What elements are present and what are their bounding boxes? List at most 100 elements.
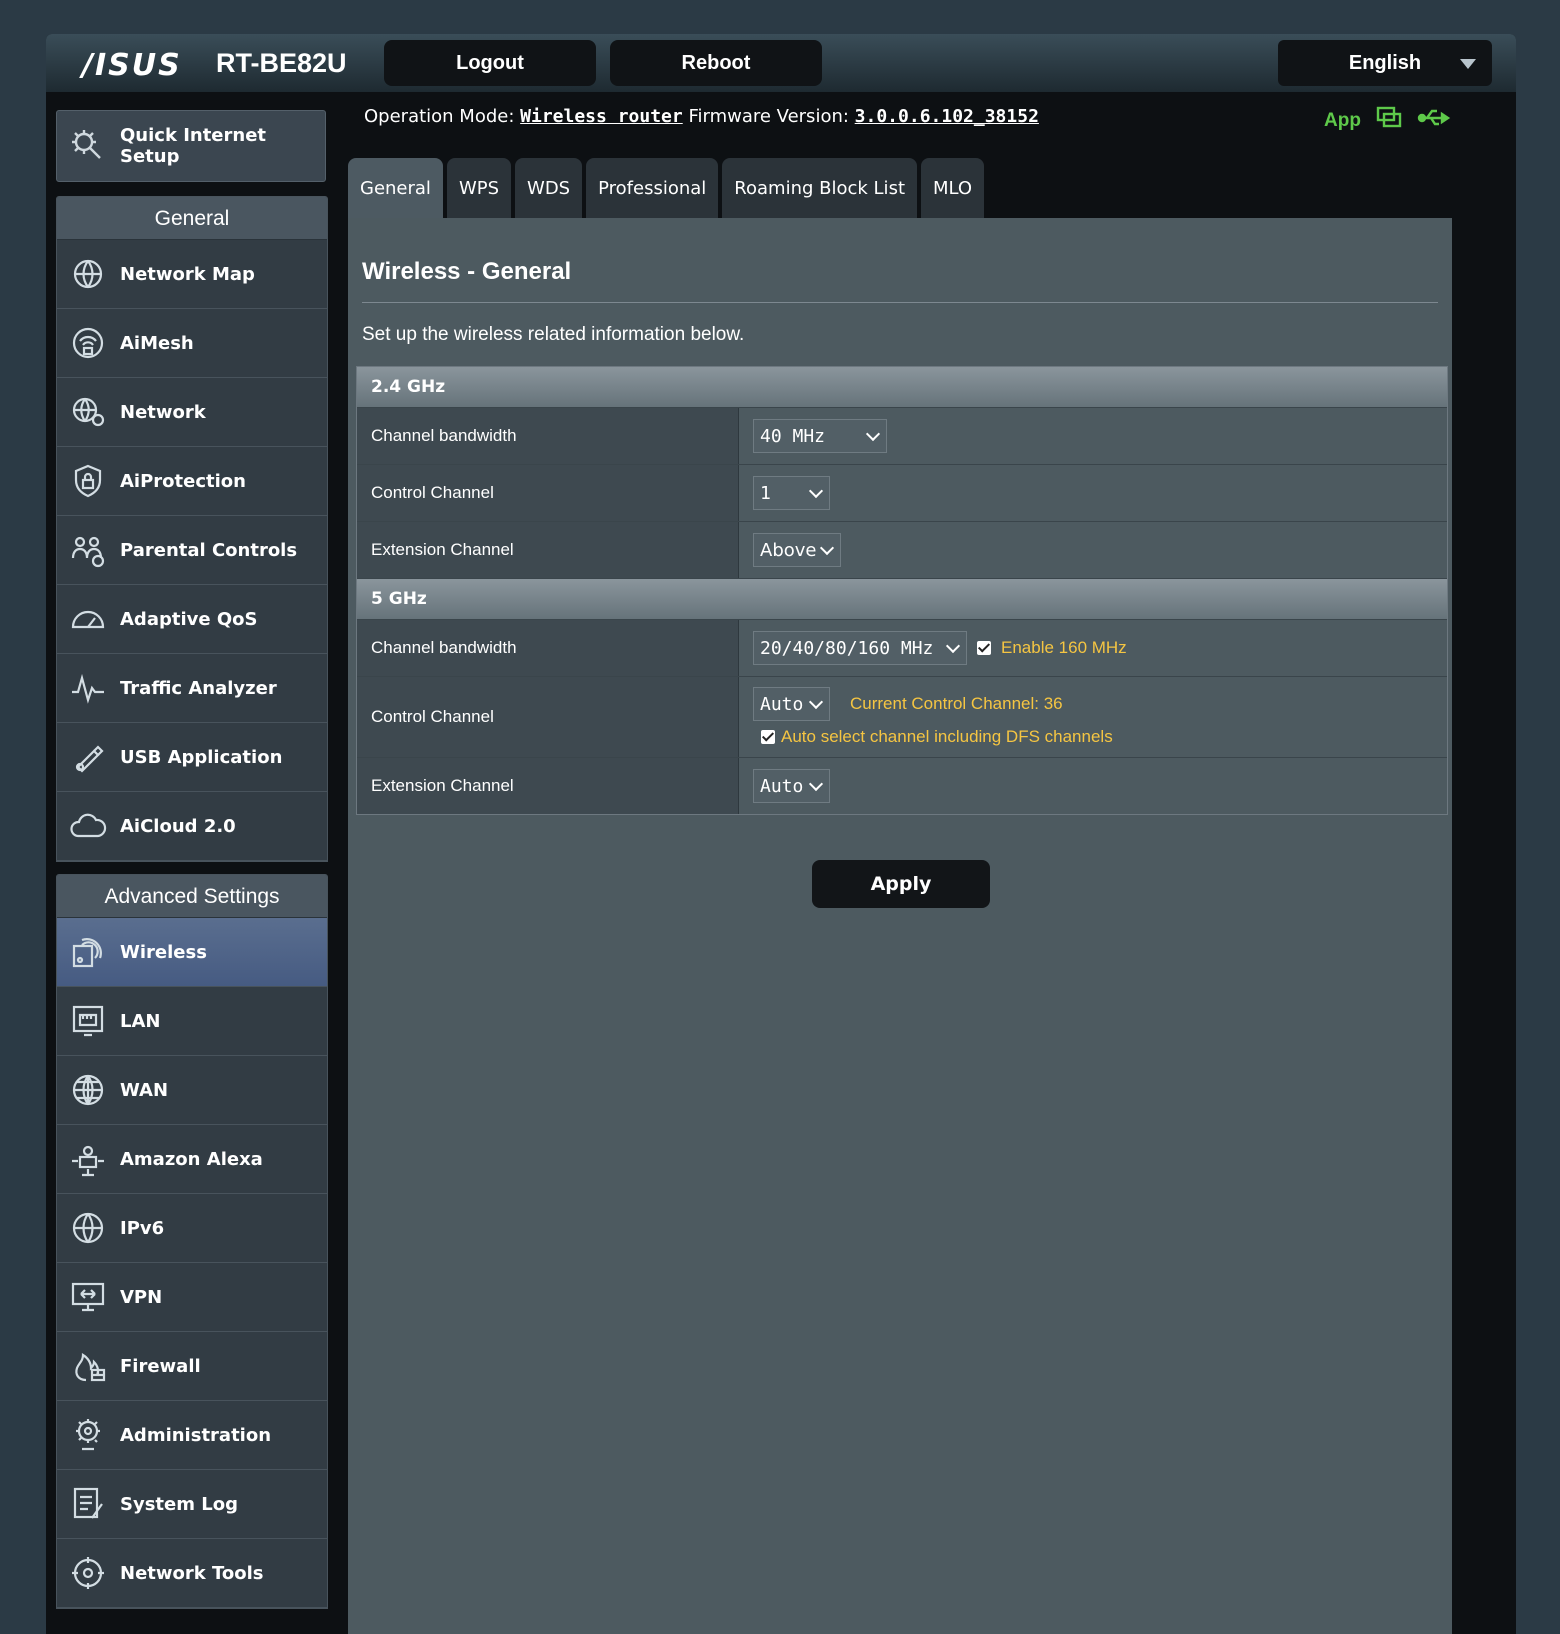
status-icons: App bbox=[1324, 104, 1453, 137]
sidebar-item-wan[interactable]: WAN bbox=[57, 1056, 327, 1125]
sidebar-item-label: AiMesh bbox=[120, 332, 194, 354]
page-description: Set up the wireless related information … bbox=[362, 324, 745, 345]
firmware-label: Firmware Version: bbox=[688, 106, 849, 127]
select-24-control-channel-value: 1 bbox=[760, 482, 771, 504]
network-map-icon bbox=[66, 252, 110, 296]
sidebar-item-label: Parental Controls bbox=[120, 539, 298, 561]
dfs-checkbox[interactable] bbox=[761, 730, 775, 744]
app-link[interactable]: App bbox=[1324, 110, 1361, 132]
sidebar-item-vpn[interactable]: VPN bbox=[57, 1263, 327, 1332]
tab-professional[interactable]: Professional bbox=[586, 158, 719, 218]
sidebar-item-aimesh[interactable]: AiMesh bbox=[57, 309, 327, 378]
tab-roaming-block-list[interactable]: Roaming Block List bbox=[722, 158, 917, 218]
tab-general[interactable]: General bbox=[348, 158, 443, 218]
select-24-extension-channel-value: Above bbox=[760, 539, 817, 561]
firewall-icon bbox=[66, 1344, 110, 1388]
opmode-link[interactable]: Wireless router bbox=[520, 106, 683, 127]
dfs-label: Auto select channel including DFS channe… bbox=[781, 727, 1113, 746]
general-menu-title: General bbox=[57, 197, 327, 240]
sidebar-item-network-tools[interactable]: Network Tools bbox=[57, 1539, 327, 1608]
current-control-channel: Current Control Channel: 36 bbox=[850, 694, 1063, 713]
advanced-menu-title: Advanced Settings bbox=[57, 875, 327, 918]
sidebar-item-parental-controls[interactable]: Parental Controls bbox=[57, 516, 327, 585]
quick-internet-setup-button[interactable]: Quick Internet Setup bbox=[56, 110, 326, 182]
sidebar-item-label: LAN bbox=[120, 1010, 161, 1032]
apply-button[interactable]: Apply bbox=[812, 860, 990, 908]
select-5-extension-channel[interactable]: Auto bbox=[753, 769, 830, 803]
sidebar-item-traffic-analyzer[interactable]: Traffic Analyzer bbox=[57, 654, 327, 723]
system-log-icon bbox=[66, 1482, 110, 1526]
select-24-bandwidth[interactable]: 40 MHz bbox=[753, 419, 887, 453]
title-divider bbox=[362, 302, 1438, 303]
sidebar-item-label: AiCloud 2.0 bbox=[120, 815, 236, 837]
sidebar-item-network-map[interactable]: Network Map bbox=[57, 240, 327, 309]
sidebar-item-label: WAN bbox=[120, 1079, 169, 1101]
enable-160-checkbox[interactable] bbox=[977, 641, 991, 655]
label-5-extension-channel: Extension Channel bbox=[357, 758, 739, 814]
administration-icon bbox=[66, 1413, 110, 1457]
asus-logo: /ISUS bbox=[82, 48, 182, 83]
sidebar-item-label: Wireless bbox=[120, 941, 207, 963]
select-5-bandwidth-value: 20/40/80/160 MHz bbox=[760, 637, 934, 659]
aiprotection-icon bbox=[66, 459, 110, 503]
usb-application-icon bbox=[66, 735, 110, 779]
qis-label-line2: Setup bbox=[120, 146, 180, 167]
sidebar-item-label: Adaptive QoS bbox=[120, 608, 258, 630]
sidebar-item-adaptive-qos[interactable]: Adaptive QoS bbox=[57, 585, 327, 654]
vpn-icon bbox=[66, 1275, 110, 1319]
sidebar-item-ipv6[interactable]: IPv6 bbox=[57, 1194, 327, 1263]
sidebar-item-label: USB Application bbox=[120, 746, 283, 768]
sidebar-item-administration[interactable]: Administration bbox=[57, 1401, 327, 1470]
sidebar-item-label: Amazon Alexa bbox=[120, 1148, 263, 1170]
usb-status-icon[interactable] bbox=[1417, 104, 1453, 137]
aicloud-icon bbox=[66, 804, 110, 848]
sidebar-item-aicloud[interactable]: AiCloud 2.0 bbox=[57, 792, 327, 861]
status-line: Operation Mode: Wireless router Firmware… bbox=[364, 106, 1039, 127]
sidebar-item-lan[interactable]: LAN bbox=[57, 987, 327, 1056]
sidebar-item-label: Network bbox=[120, 401, 206, 423]
network-icon bbox=[66, 390, 110, 434]
tab-wps[interactable]: WPS bbox=[446, 158, 512, 218]
settings-table: 2.4 GHz Channel bandwidth 40 MHz Control… bbox=[356, 366, 1448, 815]
sidebar-item-alexa[interactable]: Amazon Alexa bbox=[57, 1125, 327, 1194]
aimesh-icon bbox=[66, 321, 110, 365]
select-24-extension-channel[interactable]: Above bbox=[753, 533, 841, 567]
sidebar-item-network[interactable]: Network bbox=[57, 378, 327, 447]
tab-bar: General WPS WDS Professional Roaming Block L… bbox=[348, 158, 985, 218]
sidebar-item-firewall[interactable]: Firewall bbox=[57, 1332, 327, 1401]
row-24-control-channel: Control Channel 1 bbox=[357, 465, 1447, 522]
sidebar-item-system-log[interactable]: System Log bbox=[57, 1470, 327, 1539]
sidebar-item-usb-application[interactable]: USB Application bbox=[57, 723, 327, 792]
sidebar-item-wireless[interactable]: Wireless bbox=[57, 918, 327, 987]
sidebar-item-aiprotection[interactable]: AiProtection bbox=[57, 447, 327, 516]
label-5-bandwidth: Channel bandwidth bbox=[357, 620, 739, 676]
chevron-down-icon bbox=[808, 483, 824, 499]
sidebar-item-label: System Log bbox=[120, 1493, 238, 1515]
adaptive-qos-icon bbox=[66, 597, 110, 641]
tab-mlo[interactable]: MLO bbox=[921, 158, 985, 218]
logout-button[interactable]: Logout bbox=[384, 40, 596, 86]
select-5-control-channel[interactable]: Auto bbox=[753, 687, 830, 721]
reboot-button[interactable]: Reboot bbox=[610, 40, 822, 86]
chevron-down-icon bbox=[808, 776, 824, 792]
select-24-control-channel[interactable]: 1 bbox=[753, 476, 830, 510]
select-5-bandwidth[interactable]: 20/40/80/160 MHz bbox=[753, 631, 967, 665]
qis-wand-icon bbox=[66, 124, 110, 168]
tab-wds[interactable]: WDS bbox=[515, 158, 583, 218]
band-header-24: 2.4 GHz bbox=[357, 367, 1447, 408]
select-5-extension-channel-value: Auto bbox=[760, 775, 804, 797]
label-24-extension-channel: Extension Channel bbox=[357, 522, 739, 578]
language-select[interactable]: English bbox=[1278, 40, 1492, 86]
label-24-bandwidth: Channel bandwidth bbox=[357, 408, 739, 464]
row-5-control-channel: Control Channel Auto Current Control Cha… bbox=[357, 677, 1447, 758]
parental-controls-icon bbox=[66, 528, 110, 572]
chevron-down-icon bbox=[945, 638, 961, 654]
sidebar-item-label: AiProtection bbox=[120, 470, 246, 492]
client-status-icon[interactable] bbox=[1375, 104, 1403, 137]
general-menu: General Network Map AiMesh Network AiProtec… bbox=[56, 196, 328, 862]
row-24-extension-channel: Extension Channel Above bbox=[357, 522, 1447, 579]
row-5-extension-channel: Extension Channel Auto bbox=[357, 758, 1447, 814]
firmware-link[interactable]: 3.0.0.6.102_38152 bbox=[855, 106, 1039, 127]
label-24-control-channel: Control Channel bbox=[357, 465, 739, 521]
chevron-down-icon bbox=[819, 540, 835, 556]
